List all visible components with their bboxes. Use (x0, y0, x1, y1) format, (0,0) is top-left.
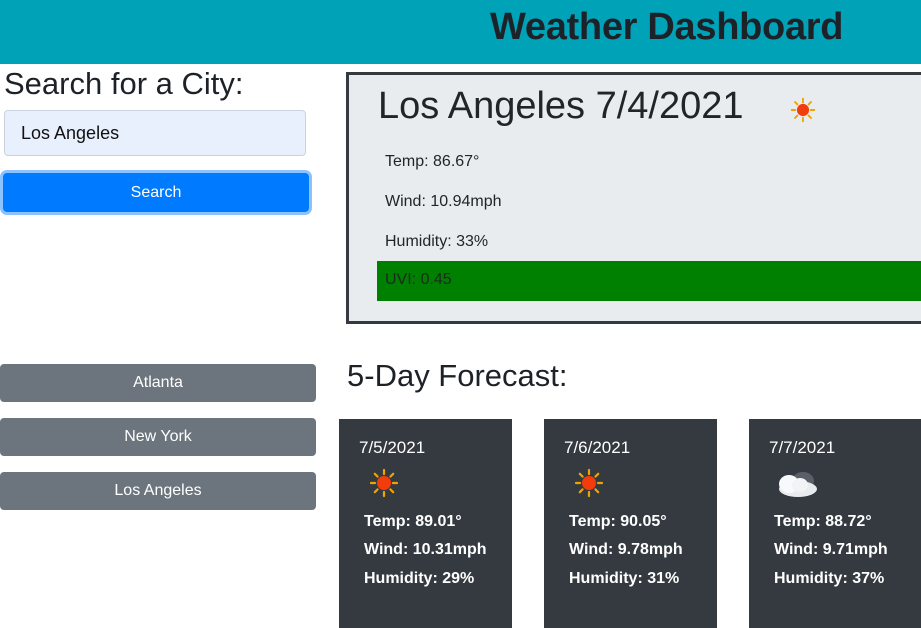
current-city-title: Los Angeles 7/4/2021 (378, 85, 744, 127)
forecast-humidity: Humidity: 37% (774, 570, 885, 587)
forecast-temp: Temp: 89.01° (364, 513, 462, 530)
forecast-humidity: Humidity: 31% (569, 570, 680, 587)
page-title: Weather Dashboard (490, 6, 844, 48)
search-button[interactable]: Search (3, 173, 309, 212)
history-button-atlanta[interactable]: Atlanta (0, 364, 316, 402)
uvi-badge: UVI: 0.45 (377, 261, 921, 301)
forecast-date: 7/7/2021 (769, 438, 836, 457)
current-temp: Temp: 86.67° (385, 153, 480, 170)
forecast-card: 7/6/2021 Temp: 90.05° Wind: 9.78mph Humi… (544, 419, 717, 628)
forecast-wind: Wind: 9.78mph (569, 541, 683, 558)
history-button-los-angeles[interactable]: Los Angeles (0, 472, 316, 510)
forecast-date: 7/5/2021 (359, 438, 426, 457)
forecast-temp: Temp: 90.05° (569, 513, 667, 530)
forecast-wind: Wind: 10.31mph (364, 541, 487, 558)
search-title: Search for a City: (4, 66, 244, 101)
forecast-card: 7/7/2021 Temp: 88.72° Wind: 9.71mph Humi… (749, 419, 921, 628)
forecast-date: 7/6/2021 (564, 438, 631, 457)
forecast-humidity: Humidity: 29% (364, 570, 475, 587)
forecast-temp: Temp: 88.72° (774, 513, 872, 530)
current-humidity: Humidity: 33% (385, 233, 489, 250)
forecast-title: 5-Day Forecast: (347, 358, 568, 393)
history-button-new-york[interactable]: New York (0, 418, 316, 456)
sunny-icon (574, 468, 604, 498)
uvi-value: UVI: 0.45 (385, 271, 452, 288)
current-wind: Wind: 10.94mph (385, 193, 502, 210)
sunny-icon (369, 468, 399, 498)
cloudy-icon (779, 472, 817, 497)
forecast-wind: Wind: 9.71mph (774, 541, 888, 558)
sunny-icon (790, 97, 816, 123)
current-weather-card: Los Angeles 7/4/2021 Temp: 86.67° Wind: … (346, 72, 921, 324)
city-search-input[interactable] (4, 110, 306, 156)
forecast-card: 7/5/2021 Temp: 89.01° Wind: 10.31mph Hum… (339, 419, 512, 628)
app-header: Weather Dashboard (0, 0, 921, 64)
